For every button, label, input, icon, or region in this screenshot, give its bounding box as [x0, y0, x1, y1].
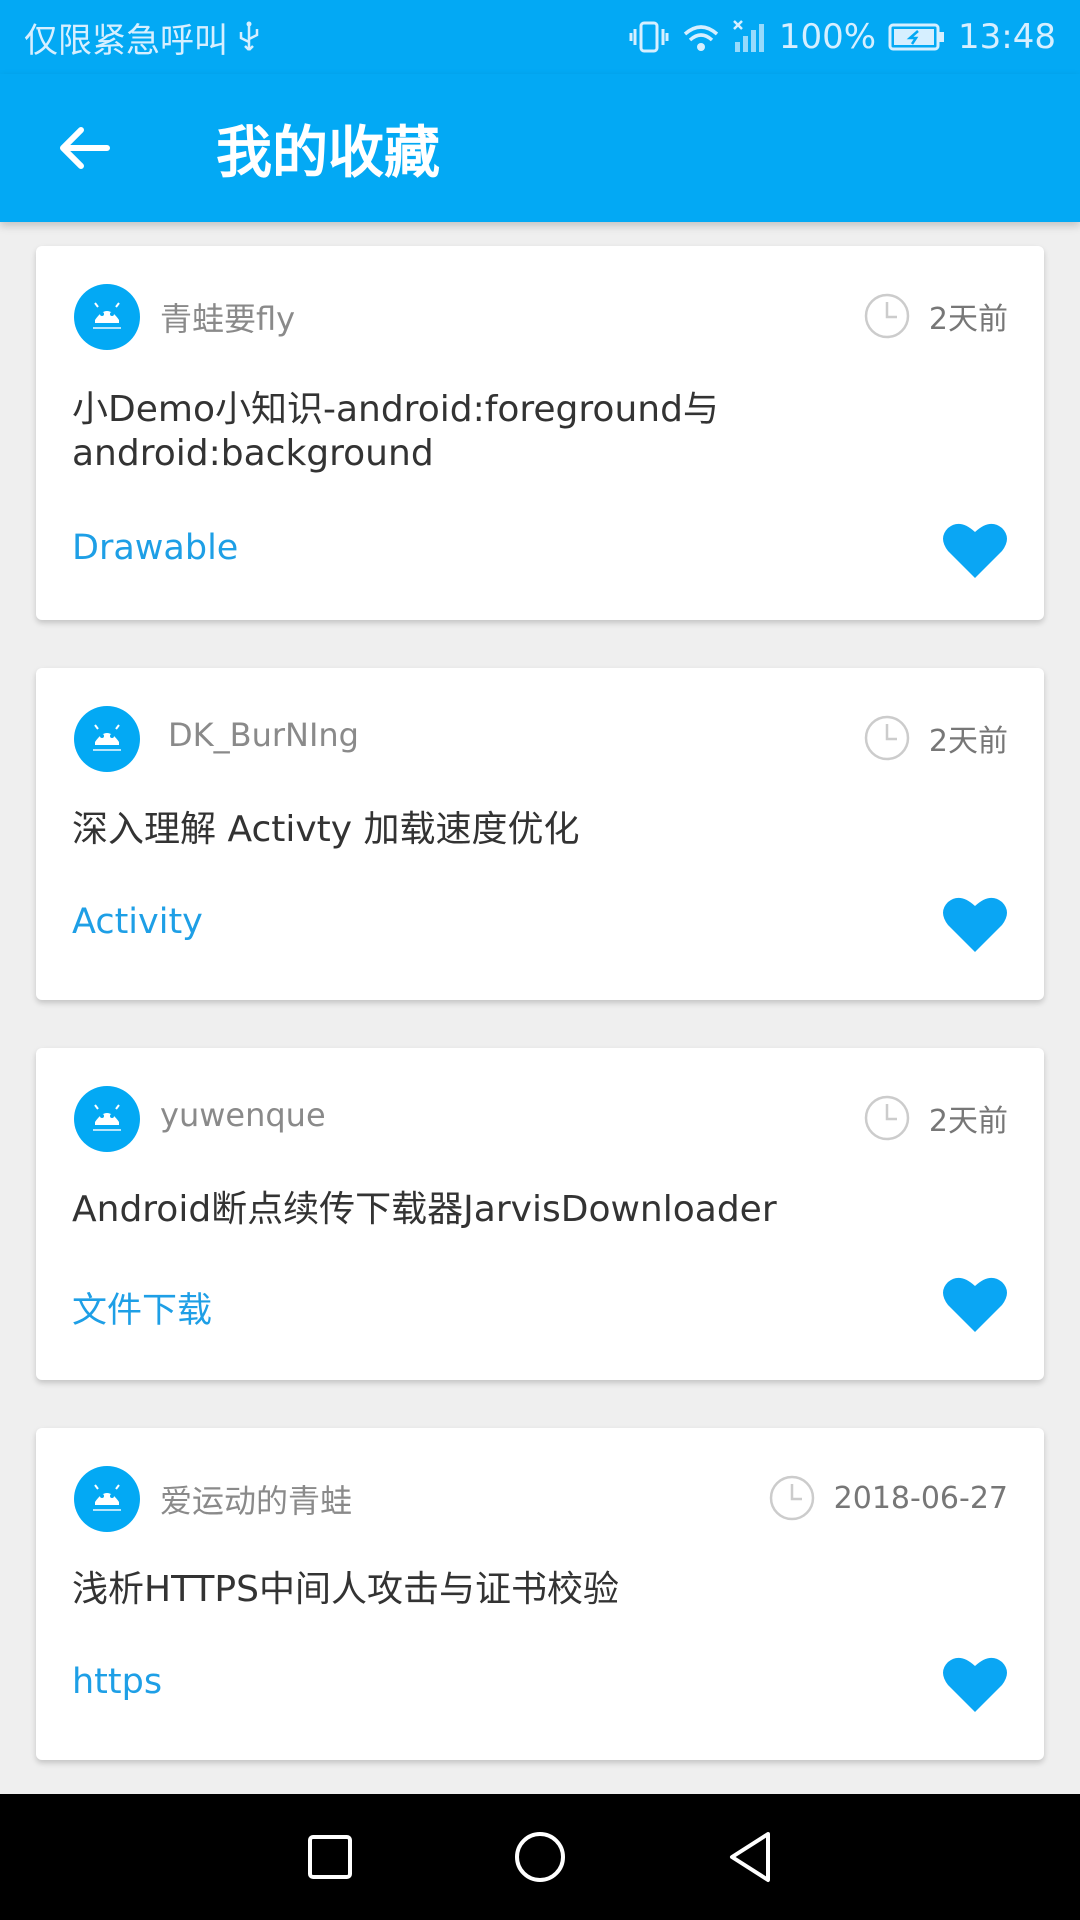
- article-tag[interactable]: 文件下载: [72, 1282, 212, 1333]
- clock-icon: [864, 293, 910, 339]
- avatar[interactable]: [74, 706, 140, 772]
- article-title[interactable]: Android断点续传下载器JarvisDownloader: [72, 1188, 984, 1232]
- page-title: 我的收藏: [216, 120, 440, 186]
- avatar[interactable]: [74, 1086, 140, 1152]
- recent-apps-button[interactable]: [300, 1827, 360, 1887]
- article-title[interactable]: 小Demo小知识-android:foreground与android:back…: [72, 388, 984, 476]
- app-bar: 我的收藏: [0, 74, 1080, 222]
- android-logo-icon: [93, 724, 121, 751]
- time-info: 2天前: [863, 714, 1008, 762]
- signal-icon: [732, 20, 767, 54]
- time-info: 2018-06-27: [768, 1474, 1008, 1522]
- battery-icon: [888, 22, 946, 52]
- article-title[interactable]: 深入理解 Activty 加载速度优化: [72, 808, 984, 852]
- article-title[interactable]: 浅析HTTPS中间人攻击与证书校验: [72, 1568, 984, 1612]
- back-button[interactable]: [24, 88, 144, 208]
- favorites-list[interactable]: 青蛙要fly 2天前 小Demo小知识-android:foreground与a…: [0, 222, 1080, 1794]
- recent-apps-icon: [308, 1835, 352, 1879]
- heart-icon[interactable]: [942, 520, 1008, 580]
- home-button[interactable]: [510, 1827, 570, 1887]
- wifi-icon: [681, 20, 721, 54]
- author-name[interactable]: yuwenque: [160, 1096, 326, 1134]
- heart-icon[interactable]: [942, 894, 1008, 954]
- time-text: 2天前: [928, 724, 1008, 759]
- author-name[interactable]: 青蛙要fly: [160, 294, 295, 340]
- article-card[interactable]: DK_BurNIng 2天前 深入理解 Activty 加载速度优化 Activ…: [36, 668, 1044, 1000]
- article-tag[interactable]: https: [72, 1662, 162, 1702]
- clock: 13:48: [958, 17, 1056, 57]
- battery-percent: 100%: [778, 17, 877, 57]
- status-bar: 仅限紧急呼叫 100% 13:48: [0, 0, 1080, 74]
- clock-icon: [864, 1095, 910, 1141]
- article-tag[interactable]: Drawable: [72, 528, 238, 568]
- article-card[interactable]: 青蛙要fly 2天前 小Demo小知识-android:foreground与a…: [36, 246, 1044, 620]
- time-text: 2天前: [928, 1104, 1008, 1139]
- avatar[interactable]: [74, 1466, 140, 1532]
- clock-icon: [864, 715, 910, 761]
- arrow-left-icon: [60, 127, 110, 169]
- avatar[interactable]: [74, 284, 140, 350]
- heart-icon[interactable]: [942, 1274, 1008, 1334]
- nav-back-button[interactable]: [720, 1827, 780, 1887]
- time-info: 2天前: [863, 1094, 1008, 1142]
- time-text: 2天前: [928, 302, 1008, 337]
- time-info: 2天前: [863, 292, 1008, 340]
- time-text: 2018-06-27: [833, 1480, 1008, 1516]
- home-icon: [515, 1832, 565, 1882]
- article-card[interactable]: yuwenque 2天前 Android断点续传下载器JarvisDownloa…: [36, 1048, 1044, 1380]
- carrier-text: 仅限紧急呼叫: [24, 20, 228, 61]
- back-icon: [730, 1832, 770, 1882]
- article-card[interactable]: 爱运动的青蛙 2018-06-27 浅析HTTPS中间人攻击与证书校验 http…: [36, 1428, 1044, 1760]
- android-logo-icon: [93, 302, 121, 329]
- author-name[interactable]: 爱运动的青蛙: [160, 1476, 352, 1522]
- article-tag[interactable]: Activity: [72, 902, 203, 942]
- author-name[interactable]: DK_BurNIng: [168, 716, 359, 754]
- vibrate-icon: [629, 20, 669, 54]
- clock-icon: [769, 1475, 814, 1521]
- usb-icon: [236, 20, 262, 54]
- android-logo-icon: [93, 1484, 121, 1511]
- navigation-bar: [0, 1794, 1080, 1920]
- heart-icon[interactable]: [942, 1654, 1008, 1714]
- android-logo-icon: [93, 1104, 121, 1131]
